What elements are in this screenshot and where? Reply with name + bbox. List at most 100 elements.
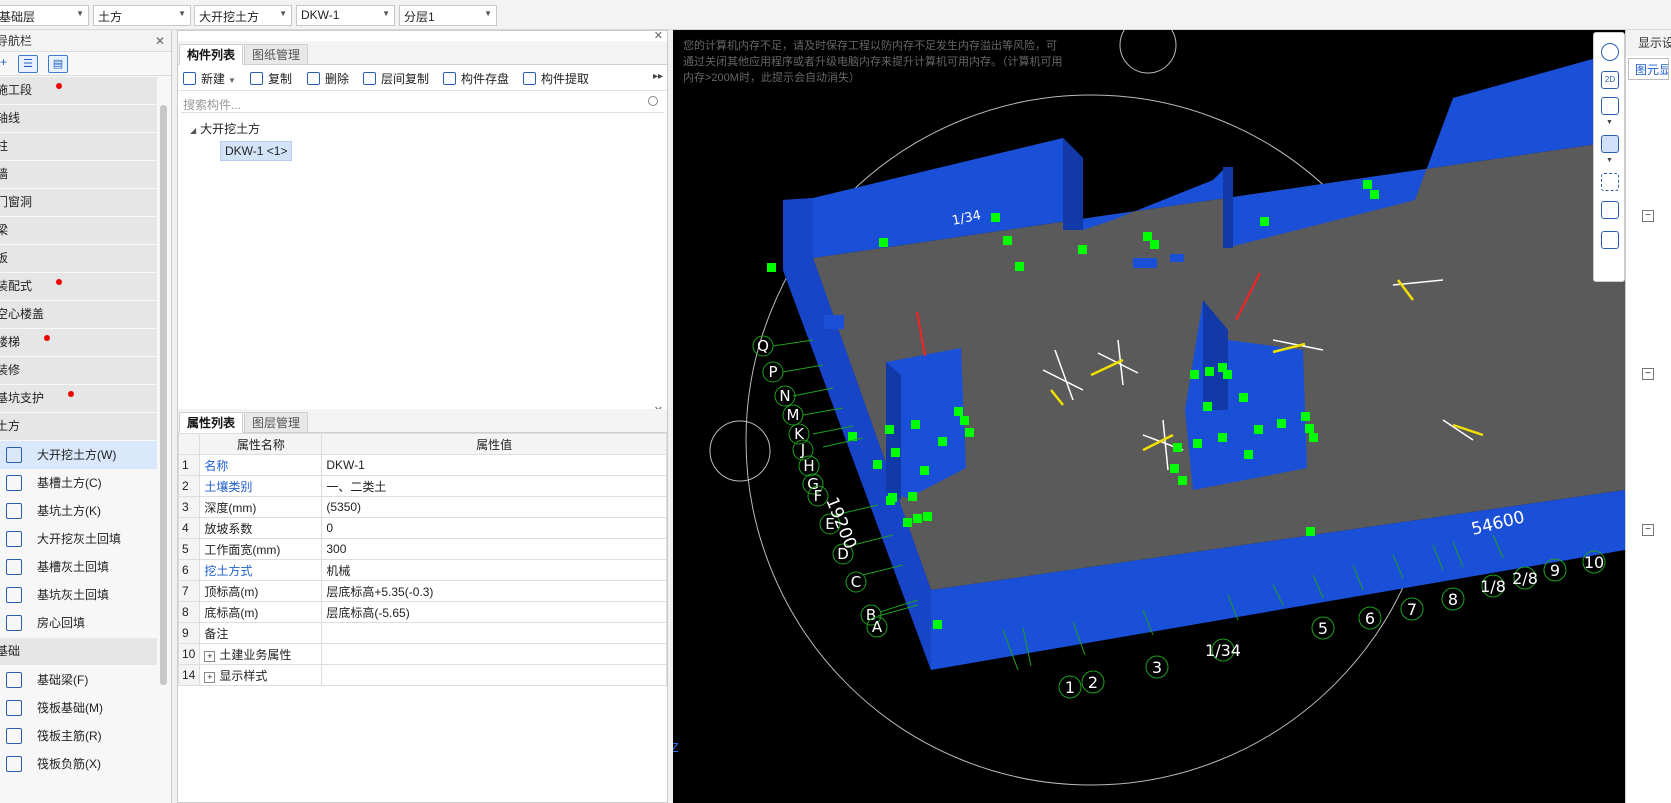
nav-item[interactable]: 大开挖灰土回填 (0, 525, 157, 553)
cube-select-icon[interactable] (1601, 201, 1619, 219)
nav-group[interactable]: 门窗洞 (0, 189, 157, 216)
property-value[interactable]: 0 (321, 517, 667, 539)
collapse-icon[interactable]: − (1642, 210, 1654, 222)
fit-view-icon[interactable] (1601, 173, 1619, 191)
nav-group-label: 基础 (0, 644, 21, 658)
nav-item[interactable]: 基础梁(F) (0, 666, 157, 694)
nav-item[interactable]: 筏板基础(M) (0, 694, 157, 722)
orbit-icon[interactable] (1601, 43, 1619, 61)
box-view-icon[interactable] (1601, 135, 1619, 153)
detail-view-icon[interactable]: ▤ (48, 55, 68, 73)
collapse-icon[interactable]: − (1642, 368, 1654, 380)
property-row[interactable]: 2 土壤类别 一、二类土 (177, 475, 667, 497)
nav-group[interactable]: 空心楼盖 (0, 301, 157, 328)
layer-settings-icon[interactable] (1601, 231, 1619, 249)
nav-group-label: 门窗洞 (0, 195, 33, 209)
tab-drawing-management[interactable]: 图纸管理 (244, 44, 309, 65)
floor-select[interactable]: 基础层 ▼ (0, 5, 89, 26)
tab-component-list[interactable]: 构件列表 (179, 44, 244, 65)
nav-item[interactable]: 筏板负筋(X) (0, 750, 157, 778)
add-icon[interactable]: + (0, 55, 7, 69)
tab-layer-management[interactable]: 图层管理 (244, 412, 309, 433)
list-view-icon[interactable]: ☰ (18, 55, 38, 73)
more-icon[interactable]: ▸▸ (653, 71, 663, 82)
property-row[interactable]: 9 备注 (177, 622, 667, 644)
close-icon[interactable]: ✕ (155, 30, 165, 52)
nav-group[interactable]: 楼梯 (0, 329, 157, 356)
nav-item[interactable]: 房心回填 (0, 609, 157, 637)
expand-icon[interactable]: + (204, 671, 216, 683)
nav-item[interactable]: 基坑土方(K) (0, 497, 157, 525)
chevron-down-icon: ▼ (279, 9, 287, 18)
property-value[interactable]: 300 (321, 538, 667, 560)
excavation-icon (6, 447, 22, 463)
nav-group[interactable]: 施工段 (0, 77, 157, 104)
model-canvas[interactable]: QPNMKJHGFEDCBA 1 231/3456 781/8 2/8 9 10 1920… (673, 30, 1625, 803)
property-value[interactable]: 层底标高+5.35(-0.3) (321, 580, 667, 602)
nav-scrollbar[interactable] (160, 105, 167, 685)
property-list-panel: ✕ 属性列表 图层管理 属性名称 属性值 1名称DKW-12土壤类别一、二类土3… (177, 405, 668, 803)
expand-icon[interactable]: + (204, 650, 216, 662)
nav-group[interactable]: 装配式 (0, 273, 157, 300)
nav-group[interactable]: 墙 (0, 161, 157, 188)
nav-group[interactable]: 土方 (0, 413, 157, 440)
tab-element-display[interactable]: 图元显示 (1628, 58, 1669, 80)
delete-button[interactable]: 删除 (307, 70, 349, 88)
type-select[interactable]: 大开挖土方 ▼ (194, 5, 292, 26)
nav-group[interactable]: 梁 (0, 217, 157, 244)
nav-group[interactable]: 装修 (0, 357, 157, 384)
layer-select[interactable]: 分层1 ▼ (399, 5, 497, 26)
3d-viewport[interactable]: QPNMKJHGFEDCBA 1 2 3 1/34 5 6 7 8 1/8 2/8 9 10 1920… (673, 30, 1625, 803)
property-value[interactable]: 层底标高(-5.65) (321, 601, 667, 623)
property-value[interactable] (321, 664, 667, 686)
nav-group[interactable]: 柱 (0, 133, 157, 160)
copy-button[interactable]: 复制 (250, 70, 292, 88)
component-search-input[interactable]: 搜索构件... (181, 93, 664, 113)
nav-item-label: 基槽灰土回填 (37, 560, 110, 574)
category-select[interactable]: 土方 ▼ (93, 5, 191, 26)
store-component-button[interactable]: 构件存盘 (443, 70, 509, 88)
extract-component-button[interactable]: 构件提取 (523, 70, 589, 88)
2d-view-icon[interactable]: 2D (1601, 71, 1619, 89)
tree-root-node[interactable]: ◢ 大开挖土方 (190, 120, 260, 137)
nav-item[interactable]: 筏板主筋(R) (0, 722, 157, 750)
nav-item[interactable]: 基槽灰土回填 (0, 553, 157, 581)
chevron-down-icon[interactable]: ▼ (1606, 119, 1613, 126)
property-value[interactable]: DKW-1 (321, 454, 667, 476)
property-value[interactable] (321, 643, 667, 665)
nav-item[interactable]: 基坑灰土回填 (0, 581, 157, 609)
property-row-number: 5 (177, 538, 201, 560)
collapse-icon[interactable]: − (1642, 524, 1654, 536)
property-row[interactable]: 7 顶标高(m) 层底标高+5.35(-0.3) (177, 580, 667, 602)
property-row[interactable]: 8 底标高(m) 层底标高(-5.65) (177, 601, 667, 623)
axis-label-left: A (872, 618, 883, 636)
property-value[interactable]: (5350) (321, 496, 667, 518)
nav-item[interactable]: 大开挖土方(W) (0, 441, 157, 469)
tree-leaf-dkw1[interactable]: DKW-1 <1> (220, 141, 293, 161)
property-row[interactable]: 5 工作面宽(mm) 300 (177, 538, 667, 560)
property-row[interactable]: 3 深度(mm) (5350) (177, 496, 667, 518)
nav-group[interactable]: 轴线 (0, 105, 157, 132)
property-row[interactable]: 6 挖土方式 机械 (177, 559, 667, 581)
property-row[interactable]: 10 + 土建业务属性 (177, 643, 667, 665)
component-select[interactable]: DKW-1 ▼ (296, 5, 395, 26)
nav-group[interactable]: 基坑支护 (0, 385, 157, 412)
nav-toolbar: + ☰ ▤ (0, 52, 171, 76)
property-value[interactable]: 机械 (321, 559, 667, 581)
search-icon[interactable] (648, 96, 658, 106)
layer-copy-button[interactable]: 层间复制 (363, 70, 429, 88)
chevron-down-icon[interactable]: ▼ (1606, 157, 1613, 164)
3d-view-icon[interactable] (1601, 97, 1619, 115)
collapse-icon[interactable]: ◢ (190, 126, 196, 135)
nav-group[interactable]: 基础 (0, 638, 157, 665)
nav-item[interactable]: 基槽土方(C) (0, 469, 157, 497)
new-button[interactable]: 新建 ▼ (183, 70, 236, 88)
property-name: 挖土方式 (199, 559, 323, 581)
property-value[interactable]: 一、二类土 (321, 475, 667, 497)
property-row[interactable]: 1 名称 DKW-1 (177, 454, 667, 476)
property-row[interactable]: 4 放坡系数 0 (177, 517, 667, 539)
tab-property-list[interactable]: 属性列表 (179, 412, 244, 433)
nav-group[interactable]: 板 (0, 245, 157, 272)
property-value[interactable] (321, 622, 667, 644)
property-row[interactable]: 14 + 显示样式 (177, 664, 667, 686)
